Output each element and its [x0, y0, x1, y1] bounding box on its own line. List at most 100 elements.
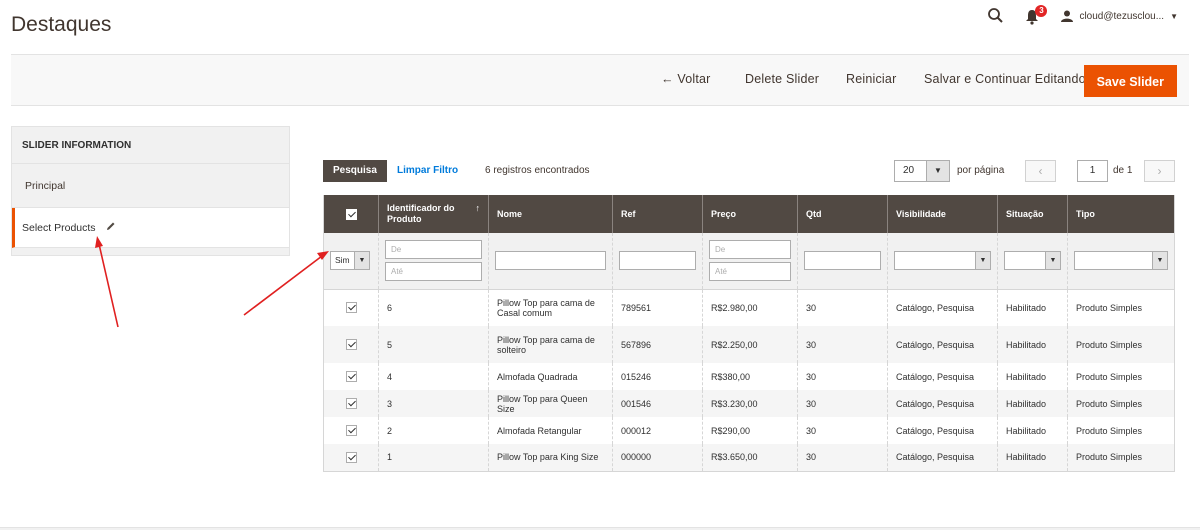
next-page-button[interactable]: › [1144, 160, 1175, 182]
reset-filter-link[interactable]: Limpar Filtro [397, 160, 458, 182]
table-row[interactable]: 6 Pillow Top para cama de Casal comum 78… [323, 289, 1175, 326]
cell-situacao: Habilitado [997, 444, 1068, 472]
cell-visibilidade: Catálogo, Pesquisa [887, 390, 998, 417]
column-header-visibilidade[interactable]: Visibilidade [887, 195, 998, 233]
cell-qtd: 30 [797, 390, 888, 417]
chevron-down-icon: ▼ [1045, 252, 1060, 270]
check-icon [345, 425, 357, 437]
cell-id: 4 [378, 363, 489, 390]
cell-id: 6 [378, 289, 489, 326]
cell-tipo: Produto Simples [1067, 444, 1175, 472]
cell-ref: 015246 [612, 363, 703, 390]
column-header-ref[interactable]: Ref [612, 195, 703, 233]
cell-visibilidade: Catálogo, Pesquisa [887, 289, 998, 326]
column-header-nome[interactable]: Nome [488, 195, 613, 233]
row-checkbox[interactable] [323, 390, 379, 417]
column-header-tipo[interactable]: Tipo [1067, 195, 1175, 233]
cell-situacao: Habilitado [997, 289, 1068, 326]
reset-button[interactable]: Reiniciar [846, 72, 896, 86]
check-icon [345, 208, 357, 220]
header-actions: 3 cloud@tezusclou... ▼ [987, 5, 1178, 26]
cell-nome: Almofada Quadrada [488, 363, 613, 390]
delete-slider-button[interactable]: Delete Slider [745, 72, 819, 86]
table-row[interactable]: 5 Pillow Top para cama de solteiro 56789… [323, 326, 1175, 363]
check-icon [345, 302, 357, 314]
cell-situacao: Habilitado [997, 326, 1068, 363]
row-checkbox[interactable] [323, 444, 379, 472]
cell-preco: R$3.650,00 [702, 444, 798, 472]
table-header-row: Identificador do Produto ↑ Nome Ref Preç… [323, 195, 1175, 233]
visibility-filter-select[interactable]: ▼ [894, 251, 991, 271]
filter-cell: De Até [378, 233, 489, 290]
table-row[interactable]: 4 Almofada Quadrada 015246 R$380,00 30 C… [323, 363, 1175, 390]
column-header-id[interactable]: Identificador do Produto ↑ [378, 195, 489, 233]
cell-situacao: Habilitado [997, 417, 1068, 444]
user-menu[interactable]: cloud@tezusclou... ▼ [1061, 10, 1178, 22]
page-input[interactable]: 1 [1077, 160, 1108, 182]
cell-tipo: Produto Simples [1067, 289, 1175, 326]
cell-visibilidade: Catálogo, Pesquisa [887, 417, 998, 444]
search-button[interactable]: Pesquisa [323, 160, 387, 182]
id-to-input[interactable]: Até [385, 262, 482, 282]
cell-nome: Pillow Top para King Size [488, 444, 613, 472]
page-actions-bar: ← Voltar Delete Slider Reiniciar Salvar … [11, 54, 1189, 106]
notification-badge: 3 [1035, 5, 1048, 17]
check-icon [345, 339, 357, 351]
qtd-filter-input[interactable] [804, 251, 881, 271]
row-checkbox[interactable] [323, 289, 379, 326]
column-header-preco[interactable]: Preço [702, 195, 798, 233]
filter-row: Sim ▼ De Até De Até ▼ ▼ ▼ [323, 233, 1175, 290]
sidebar-item-label: Select Products [22, 222, 96, 234]
products-grid: Identificador do Produto ↑ Nome Ref Preç… [323, 195, 1175, 472]
price-to-input[interactable]: Até [709, 262, 791, 282]
price-from-input[interactable]: De [709, 240, 791, 260]
cell-tipo: Produto Simples [1067, 390, 1175, 417]
table-row[interactable]: 3 Pillow Top para Queen Size 001546 R$3.… [323, 390, 1175, 417]
filter-cell: Sim ▼ [323, 233, 379, 290]
search-icon[interactable] [987, 7, 1005, 25]
row-checkbox[interactable] [323, 326, 379, 363]
page-title: Destaques [11, 13, 112, 36]
column-header-situacao[interactable]: Situação [997, 195, 1068, 233]
table-row[interactable]: 2 Almofada Retangular 000012 R$290,00 30… [323, 417, 1175, 444]
row-checkbox[interactable] [323, 417, 379, 444]
cell-visibilidade: Catálogo, Pesquisa [887, 444, 998, 472]
nome-filter-input[interactable] [495, 251, 606, 271]
cell-qtd: 30 [797, 289, 888, 326]
page-total: de 1 [1113, 165, 1133, 176]
save-continue-button[interactable]: Salvar e Continuar Editando [924, 72, 1086, 86]
cell-situacao: Habilitado [997, 363, 1068, 390]
sidebar-item-principal[interactable]: Principal [12, 164, 289, 208]
cell-visibilidade: Catálogo, Pesquisa [887, 326, 998, 363]
per-page-select[interactable]: 20 ▼ [894, 160, 950, 182]
cell-qtd: 30 [797, 363, 888, 390]
cell-id: 5 [378, 326, 489, 363]
save-slider-button[interactable]: Save Slider [1083, 65, 1177, 97]
grid-toolbar: Pesquisa Limpar Filtro 6 registros encon… [323, 160, 1175, 182]
filter-cell: ▼ [997, 233, 1068, 290]
cell-ref: 789561 [612, 289, 703, 326]
id-from-input[interactable]: De [385, 240, 482, 260]
back-button[interactable]: ← Voltar [661, 72, 711, 86]
filter-cell [488, 233, 613, 290]
cell-qtd: 30 [797, 444, 888, 472]
type-filter-select[interactable]: ▼ [1074, 251, 1168, 271]
chevron-down-icon: ▼ [975, 252, 990, 270]
records-count: 6 registros encontrados [485, 165, 590, 176]
row-checkbox[interactable] [323, 363, 379, 390]
column-header-qtd[interactable]: Qtd [797, 195, 888, 233]
status-filter-select[interactable]: ▼ [1004, 251, 1061, 271]
notifications-button[interactable]: 3 [1025, 5, 1048, 25]
user-name: cloud@tezusclou... [1079, 10, 1165, 22]
filter-cell: ▼ [1067, 233, 1175, 290]
previous-page-button[interactable]: ‹ [1025, 160, 1056, 182]
chevron-down-icon: ▼ [1170, 11, 1178, 21]
cell-nome: Almofada Retangular [488, 417, 613, 444]
table-row[interactable]: 1 Pillow Top para King Size 000000 R$3.6… [323, 444, 1175, 472]
sort-arrow-icon: ↑ [475, 203, 481, 213]
ref-filter-input[interactable] [619, 251, 696, 271]
filter-cell [797, 233, 888, 290]
in-products-filter-select[interactable]: Sim ▼ [330, 251, 370, 271]
sidebar-item-select-products[interactable]: Select Products [12, 208, 289, 248]
select-all-checkbox[interactable] [323, 195, 379, 233]
